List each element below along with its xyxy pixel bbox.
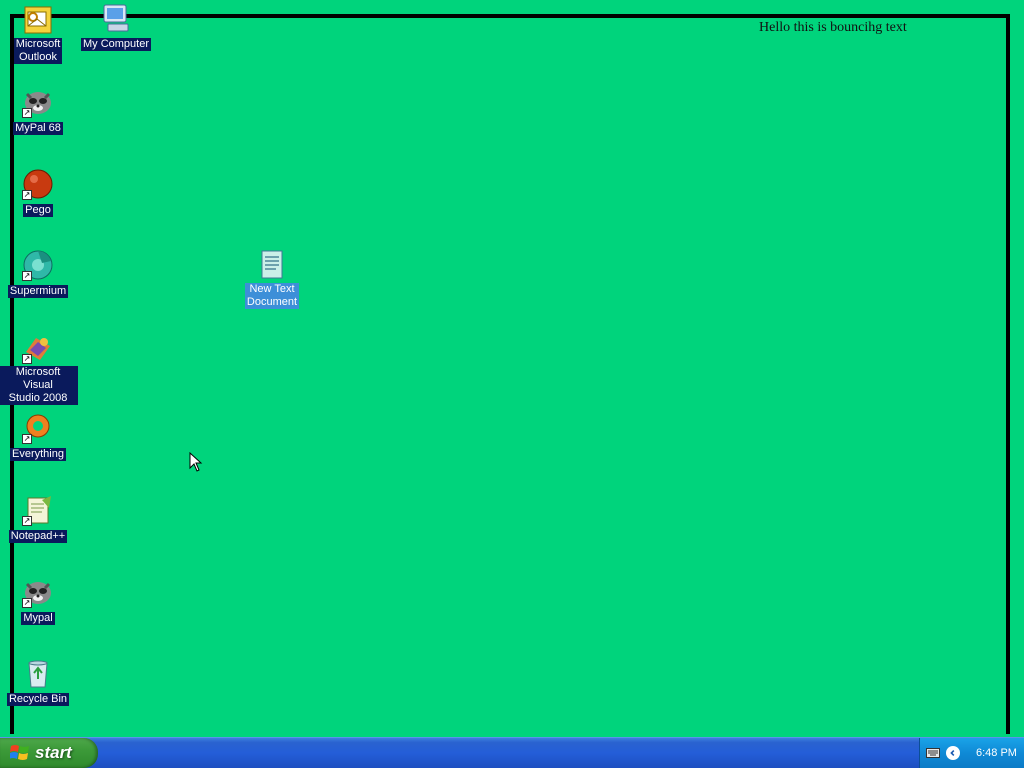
- my-computer-icon: [100, 2, 132, 34]
- supermium-icon: ↗: [22, 249, 54, 281]
- desktop-icon-visual-studio-2008[interactable]: ↗ Microsoft Visual Studio 2008: [0, 332, 78, 406]
- desktop-icon-label: Mypal: [21, 612, 55, 625]
- shortcut-arrow-icon: ↗: [22, 434, 32, 444]
- desktop-icon-label: My Computer: [80, 38, 152, 51]
- text-document-icon: [256, 249, 288, 281]
- desktop-icon-pego[interactable]: ↗ Pego: [0, 168, 78, 218]
- desktop-icon-label: Microsoft Outlook: [13, 38, 63, 64]
- desktop-icon-recycle-bin[interactable]: Recycle Bin: [0, 657, 78, 707]
- shortcut-arrow-icon: ↗: [22, 598, 32, 608]
- screensaver-frame: [10, 14, 1010, 734]
- desktop-icon-label: Everything: [10, 448, 66, 461]
- desktop-icon-my-computer[interactable]: My Computer: [76, 2, 156, 52]
- recycle-bin-icon: [22, 657, 54, 689]
- desktop-icon-supermium[interactable]: ↗ Supermium: [0, 249, 78, 299]
- desktop-icon-label: Recycle Bin: [6, 693, 70, 706]
- start-label: start: [35, 743, 72, 762]
- desktop-icon-label: Notepad++: [8, 530, 68, 543]
- shortcut-arrow-icon: ↗: [22, 190, 32, 200]
- desktop-icon-outlook[interactable]: Microsoft Outlook: [0, 4, 78, 65]
- desktop-icon-mypal[interactable]: ↗ Mypal: [0, 576, 78, 626]
- desktop-icon-new-text-document[interactable]: New Text Document: [232, 249, 312, 310]
- shortcut-arrow-icon: ↗: [22, 516, 32, 526]
- mouse-cursor-icon: [189, 452, 203, 472]
- keyboard-icon[interactable]: [926, 748, 940, 758]
- desktop-icon-label: New Text Document: [244, 283, 300, 309]
- start-button[interactable]: start: [0, 738, 98, 768]
- desktop-icon-label: MyPal 68: [13, 122, 63, 135]
- desktop-icon-notepadpp[interactable]: ↗ Notepad++: [0, 494, 78, 544]
- desktop-icon-everything[interactable]: ↗ Everything: [0, 412, 78, 462]
- everything-icon: ↗: [22, 412, 54, 444]
- mypal-icon: ↗: [22, 86, 54, 118]
- system-clock[interactable]: 6:48 PM: [976, 747, 1017, 759]
- mypal-icon: ↗: [22, 576, 54, 608]
- notepadpp-icon: ↗: [22, 494, 54, 526]
- shortcut-arrow-icon: ↗: [22, 108, 32, 118]
- pego-icon: ↗: [22, 168, 54, 200]
- visual-studio-icon: ↗: [22, 332, 54, 364]
- desktop-icon-mypal-68[interactable]: ↗ MyPal 68: [0, 86, 78, 136]
- shortcut-arrow-icon: ↗: [22, 354, 32, 364]
- taskbar: start 6:48 PM: [0, 737, 1024, 768]
- outlook-icon: [22, 4, 54, 36]
- system-tray: 6:48 PM: [919, 738, 1024, 768]
- chevron-left-icon[interactable]: [946, 746, 960, 760]
- bouncing-text: Hello this is bouncihg text: [759, 20, 907, 35]
- desktop-icon-label: Supermium: [7, 285, 69, 298]
- shortcut-arrow-icon: ↗: [22, 271, 32, 281]
- desktop-icon-label: Microsoft Visual Studio 2008: [0, 366, 78, 405]
- desktop-icon-label: Pego: [23, 204, 53, 217]
- windows-flag-icon: [10, 745, 29, 760]
